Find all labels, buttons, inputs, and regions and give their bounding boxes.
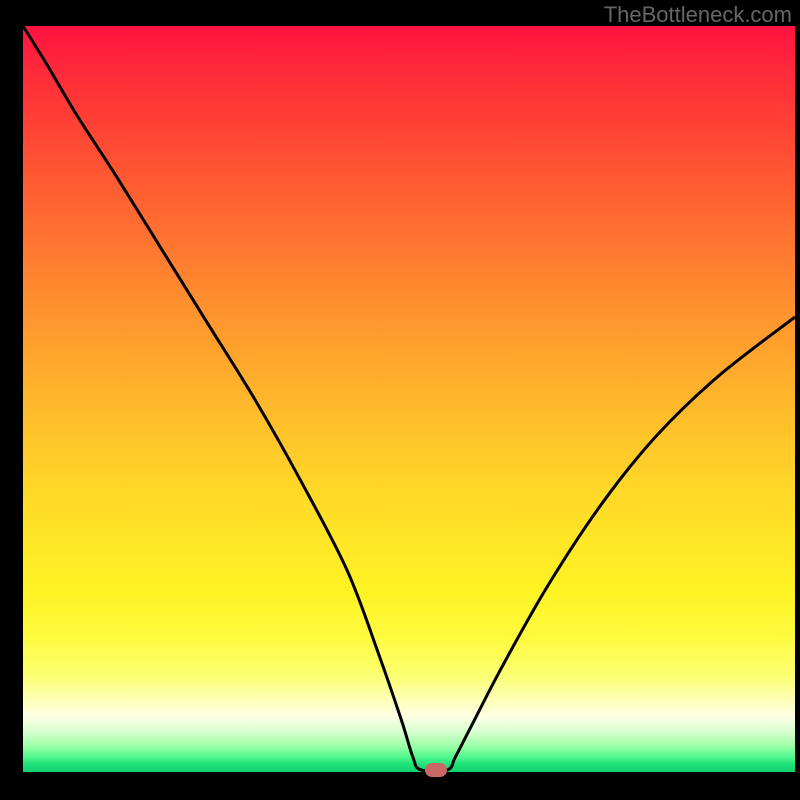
plot-area — [23, 26, 795, 772]
bottleneck-marker — [425, 763, 447, 777]
curve-svg — [23, 26, 795, 772]
chart-container: TheBottleneck.com — [0, 0, 800, 800]
bottleneck-curve-path — [23, 26, 795, 771]
attribution-text: TheBottleneck.com — [604, 2, 792, 28]
